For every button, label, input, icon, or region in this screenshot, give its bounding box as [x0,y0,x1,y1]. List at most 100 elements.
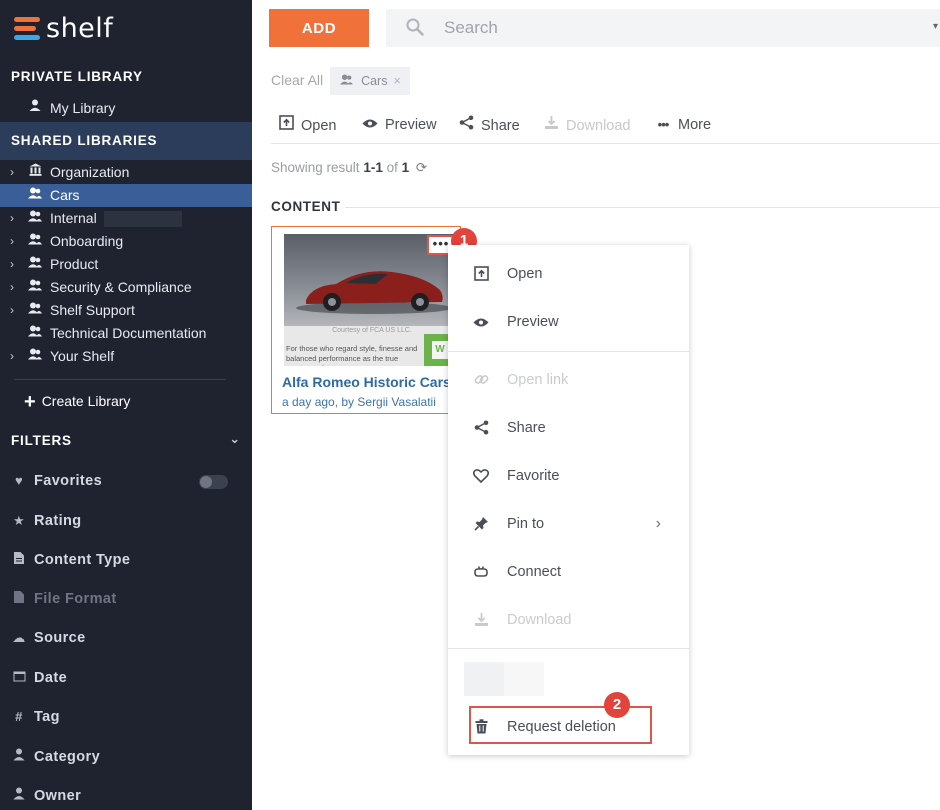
divider [271,143,940,144]
filter-owner[interactable]: Owner [11,786,241,806]
card-meta: a day ago, by Sergii Vasalatii [282,395,436,409]
sidebar-item-cars[interactable]: Cars [0,184,252,207]
filter-label: Source [34,630,86,646]
menu-label: Open link [507,372,569,388]
toolbar-label: Open [301,118,337,134]
sidebar-item-your-shelf[interactable]: › Your Shelf [0,345,252,368]
create-library-label: Create Library [41,393,131,409]
menu-item-preview[interactable]: Preview [448,307,689,337]
results-prefix: Showing result [271,160,364,175]
sidebar-item-technical-documentation[interactable]: Technical Documentation [0,322,252,345]
sidebar-item-onboarding[interactable]: › Onboarding [0,230,252,253]
star-icon: ★ [12,513,26,528]
filter-date[interactable]: Date [11,668,241,688]
menu-item-open[interactable]: Open [448,259,689,289]
share-icon [458,115,474,136]
heart-outline-icon [472,461,490,491]
menu-item-download[interactable]: Download [448,605,689,635]
chevron-right-icon[interactable]: › [10,161,14,184]
search-bar[interactable]: ▾ [386,9,940,47]
filter-label: Favorites [34,473,103,489]
sidebar-item-label: Organization [50,164,130,180]
users-icon [27,276,43,299]
filters-title: FILTERS [11,433,72,448]
sidebar-item-label: Security & Compliance [50,279,192,295]
sidebar-item-product[interactable]: › Product [0,253,252,276]
institution-icon [27,161,43,184]
redacted-block [464,662,504,696]
sidebar-item-internal[interactable]: › Internal [0,207,252,230]
chevron-right-icon[interactable]: › [10,276,14,299]
sidebar-item-shelf-support[interactable]: › Shelf Support [0,299,252,322]
filter-label: Category [34,749,101,765]
menu-item-connect[interactable]: Connect [448,557,689,587]
filter-source[interactable]: ☁ Source [11,628,241,648]
chevron-right-icon[interactable]: › [10,253,14,276]
users-icon [27,253,43,276]
toolbar-more-button[interactable]: ••• More [655,115,711,135]
close-icon[interactable]: × [393,67,401,95]
add-button[interactable]: ADD [269,9,369,47]
more-icon: ••• [657,117,670,132]
menu-label: Download [507,612,572,628]
filter-favorites[interactable]: ♥ Favorites [11,471,241,491]
sidebar-item-security-compliance[interactable]: › Security & Compliance [0,276,252,299]
create-library-button[interactable]: + Create Library [24,390,131,413]
filter-content-type[interactable]: Content Type [11,550,241,570]
chevron-right-icon[interactable]: › [10,345,14,368]
divider [345,207,940,208]
thumbnail-caption: Courtesy of FCA US LLC. [332,327,412,334]
favorites-toggle[interactable] [199,475,228,489]
link-icon [472,365,490,395]
toolbar-label: Share [481,118,520,134]
card-title[interactable]: Alfa Romeo Historic Cars [282,374,451,390]
users-icon [27,322,43,345]
sidebar-item-label: Technical Documentation [50,325,207,341]
search-input[interactable] [444,9,924,47]
sidebar-item-label: Onboarding [50,233,124,249]
sidebar-item-label: My Library [50,100,116,116]
clear-all-link[interactable]: Clear All [271,72,323,88]
refresh-icon[interactable]: ⟳ [416,160,427,175]
logo-icon [14,15,42,41]
chevron-right-icon[interactable]: › [10,230,14,253]
filter-rating[interactable]: ★ Rating [11,511,241,531]
file-icon [11,589,27,609]
users-icon [27,207,43,230]
filter-chip-cars[interactable]: Cars × [330,67,410,95]
toolbar-preview-button[interactable]: Preview [362,115,437,135]
filter-tag[interactable]: # Tag [11,707,241,727]
pin-icon [472,509,490,539]
toolbar-open-button[interactable]: Open [278,115,336,135]
menu-item-pin-to[interactable]: Pin to › [448,509,689,539]
plus-icon: + [24,391,36,413]
results-total: 1 [401,160,410,175]
toolbar-share-button[interactable]: Share [458,115,520,135]
menu-label: Pin to [507,516,545,532]
shelf-logo[interactable]: shelf [14,12,113,44]
menu-item-share[interactable]: Share [448,413,689,443]
user-icon [11,786,27,806]
menu-item-open-link[interactable]: Open link [448,365,689,395]
shared-libraries-title: SHARED LIBRARIES [0,122,252,160]
toolbar-download-button[interactable]: Download [543,115,631,135]
filters-header[interactable]: FILTERS ⌄ [11,431,241,448]
sidebar-item-label: Shelf Support [50,302,135,318]
redacted-block [104,211,182,227]
user-lock-icon [27,97,43,120]
chevron-right-icon[interactable]: › [10,299,14,322]
thumbnail-badge-letter: W [432,341,448,359]
menu-item-favorite[interactable]: Favorite [448,461,689,491]
thumbnail-text: For those who regard style, finesse and … [286,344,418,366]
chevron-right-icon: › [655,515,661,532]
logo-text: shelf [46,12,114,44]
filter-category[interactable]: Category [11,747,241,767]
filter-file-format[interactable]: File Format [11,589,241,609]
sidebar-item-my-library[interactable]: My Library [0,97,252,120]
menu-label: Preview [507,314,559,330]
search-dropdown-icon[interactable]: ▾ [933,21,938,32]
chevron-right-icon[interactable]: › [10,207,14,230]
chevron-down-icon[interactable]: ⌄ [229,431,241,447]
results-summary: Showing result 1-1 of 1 ⟳ [271,160,427,176]
sidebar-item-organization[interactable]: › Organization [0,161,252,184]
